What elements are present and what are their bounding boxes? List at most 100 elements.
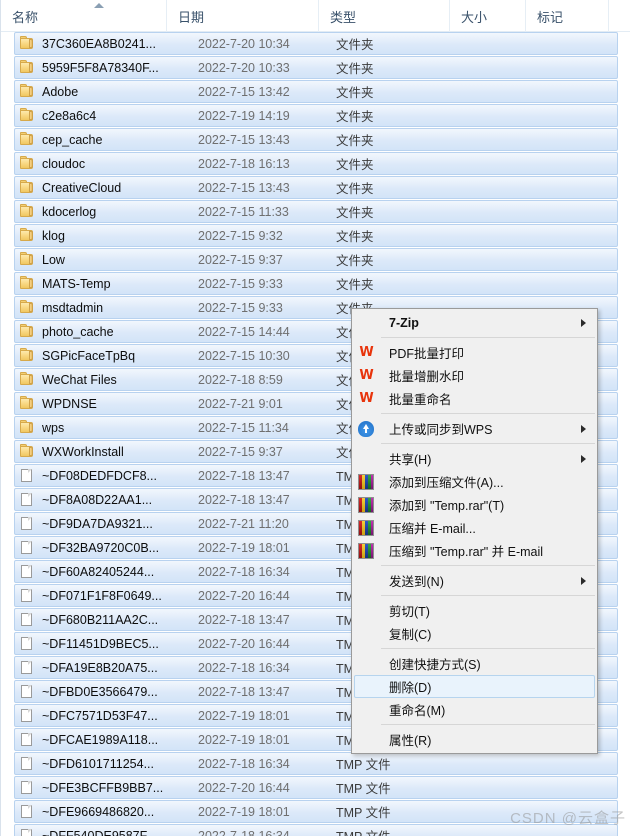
column-header-size-label: 大小: [461, 9, 488, 25]
table-row[interactable]: ~DFF540DE9587F... 2022-7-18 16:34 TMP 文件: [14, 824, 618, 836]
file-name-label: wps: [42, 420, 65, 435]
menu-item-label: 发送到(N): [389, 575, 444, 589]
column-header-tag[interactable]: 标记: [525, 0, 608, 32]
menu-item[interactable]: W 批量增删水印: [354, 364, 595, 387]
context-menu[interactable]: 7-Zip W PDF批量打印 W 批量增删水印 W 批量重命名上传或同步到WPS 共享(H)…: [351, 308, 598, 754]
folder-icon: [19, 396, 36, 411]
cell-name: ~DF08DEDFDCF8...: [15, 468, 198, 483]
file-icon: [19, 492, 36, 507]
cell-type: 文件夹: [336, 182, 374, 196]
file-name-label: MATS-Temp: [42, 276, 111, 291]
menu-item[interactable]: 创建快捷方式(S): [354, 652, 595, 675]
column-header-tag-label: 标记: [537, 9, 564, 25]
file-name-label: ~DF680B211AA2C...: [42, 612, 159, 627]
table-row[interactable]: cep_cache 2022-7-15 13:43 文件夹: [14, 128, 618, 151]
table-row[interactable]: Low 2022-7-15 9:37 文件夹: [14, 248, 618, 271]
column-header-type[interactable]: 类型: [318, 0, 449, 32]
folder-icon: [19, 252, 36, 267]
menu-item[interactable]: 添加到 "Temp.rar"(T): [354, 493, 595, 516]
table-row[interactable]: 5959F5F8A78340F... 2022-7-20 10:33 文件夹: [14, 56, 618, 79]
file-name-label: ~DFE3BCFFB9BB7...: [42, 780, 164, 795]
cell-date: 2022-7-18 16:13: [198, 156, 290, 171]
file-name-label: ~DF32BA9720C0B...: [42, 540, 160, 555]
table-row[interactable]: ~DFD6101711254... 2022-7-18 16:34 TMP 文件: [14, 752, 618, 775]
folder-icon: [19, 228, 36, 243]
menu-item-label: 共享(H): [389, 453, 432, 467]
table-row[interactable]: ~DFE9669486820... 2022-7-19 18:01 TMP 文件: [14, 800, 618, 823]
table-row[interactable]: c2e8a6c4 2022-7-19 14:19 文件夹: [14, 104, 618, 127]
cell-name: 37C360EA8B0241...: [15, 36, 198, 51]
menu-item[interactable]: 7-Zip: [354, 311, 595, 334]
folder-icon: [19, 276, 36, 291]
menu-item[interactable]: W PDF批量打印: [354, 341, 595, 364]
cell-name: ~DF60A82405244...: [15, 564, 198, 579]
menu-item[interactable]: 属性(R): [354, 728, 595, 751]
table-row[interactable]: kdocerlog 2022-7-15 11:33 文件夹: [14, 200, 618, 223]
cell-name: cloudoc: [15, 156, 198, 171]
cell-date: 2022-7-20 16:44: [198, 780, 290, 795]
file-icon: [19, 516, 36, 531]
cell-name: photo_cache: [15, 324, 198, 339]
cell-type: 文件夹: [336, 230, 374, 244]
cell-type: TMP 文件: [336, 782, 391, 796]
cell-date: 2022-7-21 9:01: [198, 396, 283, 411]
table-row[interactable]: Adobe 2022-7-15 13:42 文件夹: [14, 80, 618, 103]
menu-item-label: 批量增删水印: [389, 370, 465, 384]
cell-name: ~DFA19E8B20A75...: [15, 660, 198, 675]
file-name-label: c2e8a6c4: [42, 108, 97, 123]
menu-item[interactable]: 压缩并 E-mail...: [354, 516, 595, 539]
menu-item[interactable]: 发送到(N): [354, 569, 595, 592]
folder-icon: [19, 156, 36, 171]
menu-item[interactable]: 压缩到 "Temp.rar" 并 E-mail: [354, 539, 595, 562]
menu-item[interactable]: 剪切(T): [354, 599, 595, 622]
cell-name: WeChat Files: [15, 372, 198, 387]
file-name-label: CreativeCloud: [42, 180, 122, 195]
file-name-label: 37C360EA8B0241...: [42, 36, 156, 51]
menu-item[interactable]: 删除(D): [354, 675, 595, 698]
menu-item-label: 创建快捷方式(S): [389, 658, 481, 672]
cell-date: 2022-7-19 18:01: [198, 732, 290, 747]
column-header-name[interactable]: 名称: [1, 0, 166, 32]
cell-date: 2022-7-18 16:34: [198, 756, 290, 771]
cell-date: 2022-7-19 18:01: [198, 708, 290, 723]
file-name-label: 5959F5F8A78340F...: [42, 60, 159, 75]
menu-item[interactable]: 重命名(M): [354, 698, 595, 721]
cell-name: CreativeCloud: [15, 180, 198, 195]
folder-icon: [19, 60, 36, 75]
cell-type: 文件夹: [336, 38, 374, 52]
cell-date: 2022-7-19 18:01: [198, 804, 290, 819]
menu-item[interactable]: 共享(H): [354, 447, 595, 470]
submenu-arrow-icon: [581, 319, 586, 327]
menu-item[interactable]: 复制(C): [354, 622, 595, 645]
table-row[interactable]: ~DFE3BCFFB9BB7... 2022-7-20 16:44 TMP 文件: [14, 776, 618, 799]
file-icon: [19, 564, 36, 579]
column-header-filler: [608, 0, 630, 32]
sort-ascending-icon: [94, 3, 104, 8]
table-row[interactable]: 37C360EA8B0241... 2022-7-20 10:34 文件夹: [14, 32, 618, 55]
cell-date: 2022-7-18 13:47: [198, 468, 290, 483]
cell-name: ~DFF540DE9587F...: [15, 828, 198, 836]
menu-item[interactable]: 添加到压缩文件(A)...: [354, 470, 595, 493]
cell-date: 2022-7-20 16:44: [198, 588, 290, 603]
folder-icon: [19, 372, 36, 387]
file-icon: [19, 804, 36, 819]
cell-date: 2022-7-15 10:30: [198, 348, 290, 363]
table-row[interactable]: klog 2022-7-15 9:32 文件夹: [14, 224, 618, 247]
menu-separator: [381, 413, 595, 414]
menu-item-label: 上传或同步到WPS: [389, 423, 493, 437]
column-header-date[interactable]: 日期: [166, 0, 318, 32]
file-name-label: kdocerlog: [42, 204, 97, 219]
table-row[interactable]: cloudoc 2022-7-18 16:13 文件夹: [14, 152, 618, 175]
menu-item[interactable]: W 批量重命名: [354, 387, 595, 410]
winrar-icon: [358, 497, 374, 513]
menu-separator: [381, 648, 595, 649]
table-row[interactable]: MATS-Temp 2022-7-15 9:33 文件夹: [14, 272, 618, 295]
file-icon: [19, 732, 36, 747]
cell-type: TMP 文件: [336, 806, 391, 820]
table-row[interactable]: CreativeCloud 2022-7-15 13:43 文件夹: [14, 176, 618, 199]
menu-item[interactable]: 上传或同步到WPS: [354, 417, 595, 440]
cell-date: 2022-7-18 16:34: [198, 828, 290, 836]
file-name-label: WXWorkInstall: [42, 444, 124, 459]
column-header-size[interactable]: 大小: [449, 0, 525, 32]
file-name-label: ~DFD6101711254...: [42, 756, 154, 771]
